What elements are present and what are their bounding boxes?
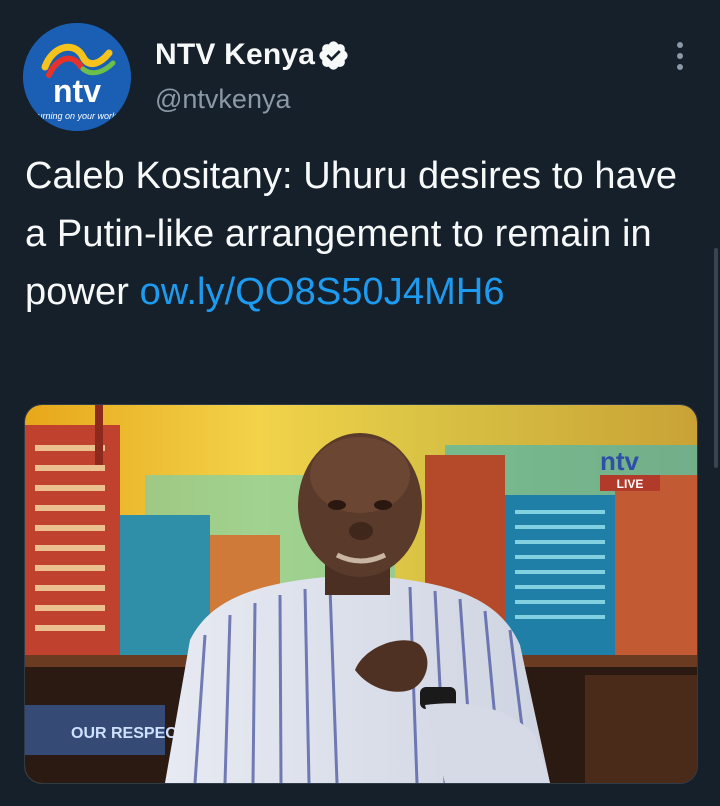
ntv-logo-icon: ntv turning on your world	[23, 23, 131, 131]
author-handle[interactable]: @ntvkenya	[155, 84, 290, 115]
svg-text:OUR RESPECT: OUR RESPECT	[71, 725, 187, 742]
tweet-text: Caleb Kositany: Uhuru desires to have a …	[25, 147, 695, 321]
tweet-link[interactable]: ow.ly/QO8S50J4MH6	[140, 271, 505, 313]
more-dot	[677, 42, 683, 48]
more-dot	[677, 64, 683, 70]
avatar[interactable]: ntv turning on your world	[23, 23, 131, 131]
svg-text:LIVE: LIVE	[617, 477, 644, 491]
tweet-page: ntv turning on your world NTV Kenya @ntv…	[0, 0, 720, 806]
svg-text:ntv: ntv	[600, 446, 640, 476]
tweet-media-image[interactable]: ntv LIVE OUR RESPECT	[24, 404, 698, 784]
verified-badge-icon	[319, 41, 348, 70]
svg-text:turning on your world: turning on your world	[35, 111, 120, 121]
more-dot	[677, 53, 683, 59]
display-name[interactable]: NTV Kenya	[155, 38, 315, 72]
scrollbar-thumb[interactable]	[714, 248, 718, 468]
tv-studio-photo: ntv LIVE OUR RESPECT	[25, 405, 697, 783]
svg-text:ntv: ntv	[53, 73, 101, 109]
more-options-icon[interactable]	[660, 36, 700, 76]
